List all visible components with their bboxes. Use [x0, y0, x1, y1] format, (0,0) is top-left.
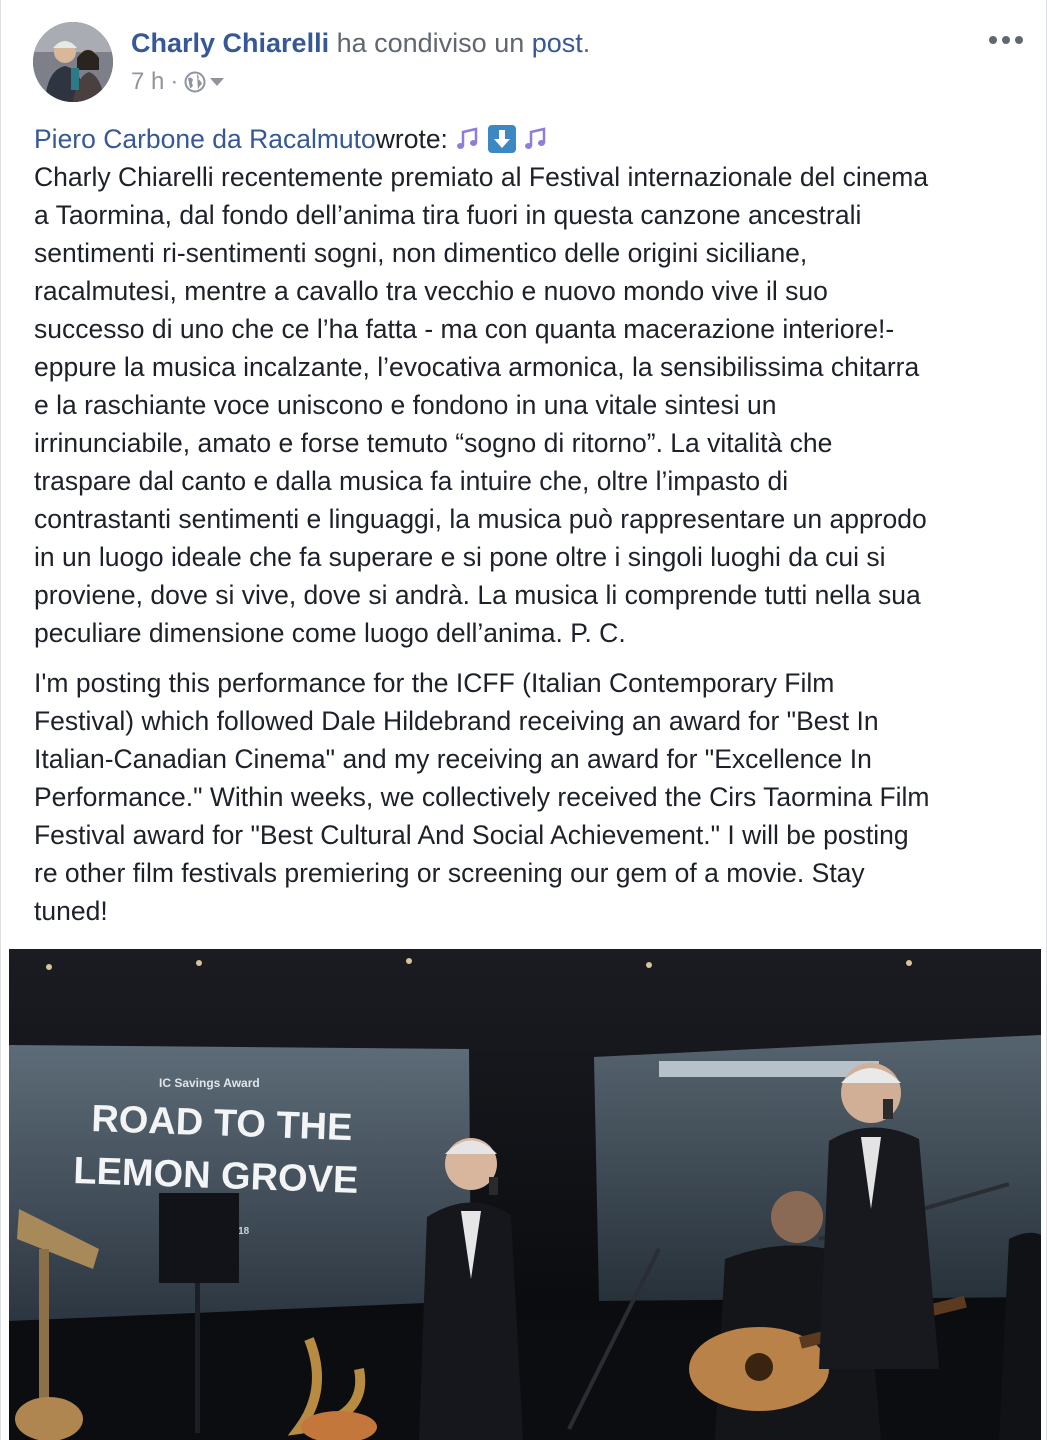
video-player[interactable]: IC Savings Award ROAD TO THE LEMON GROVE…: [9, 949, 1041, 1440]
period-text: .: [582, 28, 591, 58]
text-line: Festival award for "Best Cultural And So…: [34, 820, 909, 850]
post-meta: 7 h ·: [131, 68, 226, 96]
post-timestamp[interactable]: 7 h: [131, 68, 164, 96]
author-avatar[interactable]: [33, 22, 113, 102]
text-line: racalmutesi, mentre a cavallo tra vecchi…: [34, 276, 828, 306]
meta-separator: ·: [170, 68, 179, 95]
text-line: in un luogo ideale che fa superare e si …: [34, 542, 886, 572]
shared-author-link[interactable]: Piero Carbone da Racalmuto: [34, 120, 376, 158]
text-line: irrinunciabile, amato e forse temuto “so…: [34, 428, 833, 458]
musical-notes-icon: [453, 125, 482, 153]
shared-text: ha condiviso un: [336, 28, 525, 58]
text-line: Italian-Canadian Cinema" and my receivin…: [34, 744, 872, 774]
text-line: Festival) which followed Dale Hildebrand…: [34, 706, 879, 736]
text-line: traspare dal canto e dalla musica fa int…: [34, 466, 789, 496]
post-paragraph-english: I'm posting this performance for the ICF…: [34, 664, 1019, 930]
post-header: Charly Chiarelli ha condiviso un post. 7…: [1, 0, 1046, 120]
video-frame: IC Savings Award ROAD TO THE LEMON GROVE…: [9, 949, 1041, 1440]
ellipsis-icon[interactable]: [988, 30, 1024, 50]
post-paragraph-italian: Charly Chiarelli recentemente premiato a…: [34, 158, 1019, 652]
text-line: successo di uno che ce l’ha fatta - ma c…: [34, 314, 895, 344]
text-line: tuned!: [34, 896, 108, 926]
facebook-post: Charly Chiarelli ha condiviso un post. 7…: [0, 0, 1047, 1440]
post-link[interactable]: post: [532, 28, 583, 58]
wrote-text: wrote:: [375, 124, 448, 154]
text-line: a Taormina, dal fondo dell’anima tira fu…: [34, 200, 862, 230]
text-line: sentimenti ri-sentimenti sogni, non dime…: [34, 238, 808, 268]
globe-icon: [184, 71, 206, 93]
text-line: Performance." Within weeks, we collectiv…: [34, 782, 930, 812]
text-line: peculiare dimensione come luogo dell’ani…: [34, 618, 626, 648]
chevron-down-icon: [210, 78, 225, 86]
text-line: re other film festivals premiering or sc…: [34, 858, 865, 888]
post-author-line: Charly Chiarelli ha condiviso un post.: [131, 28, 590, 59]
privacy-selector[interactable]: [184, 71, 226, 93]
text-line: Charly Chiarelli recentemente premiato a…: [34, 162, 929, 192]
text-line: proviene, dove si vive, dove si andrà. L…: [34, 580, 921, 610]
musical-notes-icon: [524, 127, 546, 149]
screen-award-text: IC Savings Award: [159, 1076, 260, 1090]
down-arrow-icon: [487, 125, 516, 153]
text-line: eppure la musica incalzante, l’evocativa…: [34, 352, 920, 382]
author-name-link[interactable]: Charly Chiarelli: [131, 28, 329, 58]
post-body: Piero Carbone da Racalmuto wrote: Charly…: [34, 120, 1019, 930]
text-line: I'm posting this performance for the ICF…: [34, 668, 835, 698]
shared-author-line: Piero Carbone da Racalmuto wrote:: [34, 120, 1019, 158]
text-line: e la raschiante voce uniscono e fondono …: [34, 390, 777, 420]
text-line: contrastanti sentimenti e linguaggi, la …: [34, 504, 927, 534]
